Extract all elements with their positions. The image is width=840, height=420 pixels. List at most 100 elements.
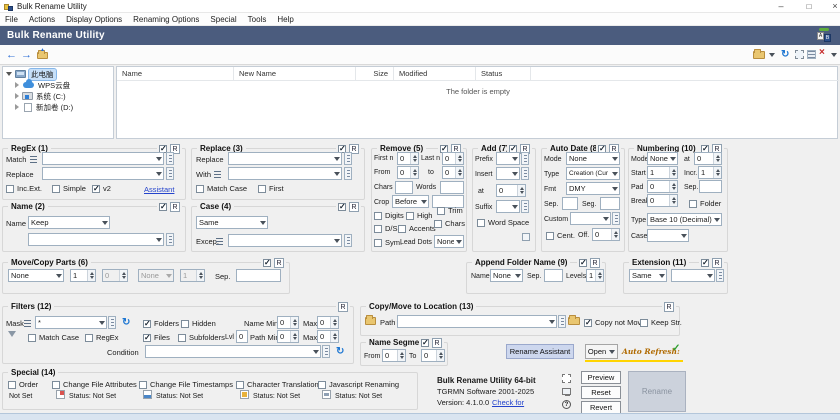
last-n-spinner[interactable]: 0 xyxy=(442,152,464,165)
name-enable-checkbox[interactable] xyxy=(159,203,167,211)
cent-checkbox[interactable]: Cent. xyxy=(546,231,575,240)
name-reset-button[interactable]: R xyxy=(170,202,180,212)
segment-from-spinner[interactable]: 0 xyxy=(382,349,406,362)
excep-grip-button[interactable] xyxy=(344,234,352,247)
chevron-down-icon[interactable] xyxy=(454,236,463,247)
move-copy-reset-button[interactable]: R xyxy=(274,258,284,268)
rename-button[interactable]: Rename xyxy=(628,371,686,412)
num-at-spinner[interactable]: 0 xyxy=(694,152,722,165)
menu-renaming-options[interactable]: Renaming Options xyxy=(133,15,199,24)
replace-grip-button[interactable] xyxy=(344,152,352,165)
condition-grip-button[interactable] xyxy=(322,345,330,358)
chevron-down-icon[interactable] xyxy=(547,316,556,327)
tree-item-drive-d[interactable]: 新加卷 (D:) xyxy=(15,102,73,112)
num-type-dropdown[interactable]: Base 10 (Decimal) xyxy=(647,213,722,226)
insert-combobox[interactable] xyxy=(496,167,520,180)
chars-checkbox[interactable]: Chars xyxy=(434,219,465,228)
back-icon[interactable]: ← xyxy=(6,46,17,64)
name-segment-reset-button[interactable]: R xyxy=(432,338,442,348)
chevron-right-icon[interactable] xyxy=(15,82,19,88)
mask-menu-icon[interactable] xyxy=(24,320,31,327)
extension-mode-dropdown[interactable]: Same xyxy=(629,269,667,282)
digits-checkbox[interactable]: Digits xyxy=(374,211,404,220)
append-name-dropdown[interactable]: None xyxy=(490,269,523,282)
date-type-dropdown[interactable]: Creation (Cur xyxy=(566,167,620,180)
chevron-down-icon[interactable] xyxy=(332,153,341,164)
extension-combobox[interactable] xyxy=(671,269,715,282)
order-checkbox[interactable]: Order xyxy=(8,380,38,389)
menu-display-options[interactable]: Display Options xyxy=(66,15,122,24)
folder-checkbox[interactable]: Folder xyxy=(689,199,721,208)
choose-folder-icon[interactable] xyxy=(753,51,765,59)
menu-actions[interactable]: Actions xyxy=(29,15,55,24)
translations-icon[interactable] xyxy=(240,390,249,399)
segment-to-spinner[interactable]: 0 xyxy=(421,349,445,362)
case-reset-button[interactable]: R xyxy=(349,202,359,212)
extension-grip-button[interactable] xyxy=(716,269,724,282)
select-all-icon[interactable] xyxy=(795,50,804,59)
name-mode-dropdown[interactable]: Keep xyxy=(28,216,110,229)
path-grip-button[interactable] xyxy=(558,315,566,328)
column-header-modified[interactable]: Modified xyxy=(394,67,476,80)
menu-help[interactable]: Help xyxy=(277,15,293,24)
custom-combobox[interactable] xyxy=(570,212,611,225)
move-copy-sep-input[interactable] xyxy=(236,269,281,282)
remove-to-spinner[interactable]: 0 xyxy=(442,166,464,179)
name-min-spinner[interactable]: 0 xyxy=(277,316,299,329)
chevron-down-icon[interactable] xyxy=(100,217,109,228)
pad-spinner[interactable]: 0 xyxy=(647,180,678,193)
menu-tools[interactable]: Tools xyxy=(248,15,267,24)
browse-folder-icon[interactable] xyxy=(568,317,580,325)
regex-match-grip-button[interactable] xyxy=(166,152,174,165)
folder-dropdown-icon[interactable] xyxy=(769,53,775,57)
ds-checkbox[interactable]: D/S xyxy=(374,224,398,233)
chevron-right-icon[interactable] xyxy=(15,93,19,99)
case-mode-dropdown[interactable]: Same xyxy=(196,216,268,229)
chevron-down-icon[interactable] xyxy=(513,270,522,281)
trim-checkbox[interactable]: Trim xyxy=(437,206,463,215)
incr-spinner[interactable]: 1 xyxy=(698,166,722,179)
column-header-size[interactable]: Size xyxy=(356,67,394,80)
clear-list-icon[interactable]: × xyxy=(819,47,825,58)
match-menu-icon[interactable] xyxy=(30,156,37,163)
chevron-down-icon[interactable] xyxy=(705,270,714,281)
v2-checkbox[interactable]: v2 xyxy=(92,184,111,193)
chevron-down-icon[interactable] xyxy=(419,196,428,207)
num-case-dropdown[interactable] xyxy=(647,229,689,242)
chevron-down-icon[interactable] xyxy=(258,217,267,228)
path-combobox[interactable] xyxy=(397,315,557,328)
javascript-renaming-checkbox[interactable]: Javascript Renaming xyxy=(318,380,399,389)
maximize-button[interactable]: □ xyxy=(798,0,820,13)
name-value-combobox[interactable] xyxy=(28,233,164,246)
mask-refresh-icon[interactable]: ↻ xyxy=(122,317,130,328)
break-spinner[interactable]: 0 xyxy=(647,194,678,207)
pin-window-icon[interactable] xyxy=(562,374,571,383)
suffix-combobox[interactable] xyxy=(496,200,520,213)
chevron-down-icon[interactable] xyxy=(510,168,519,179)
replace-first-checkbox[interactable]: First xyxy=(258,184,284,193)
folders-checkbox[interactable]: Folders xyxy=(143,319,179,328)
minimize-button[interactable]: – xyxy=(770,0,792,13)
tree-item-drive-c[interactable]: 系统 (C:) xyxy=(15,91,66,101)
timestamps-icon[interactable] xyxy=(143,390,152,399)
num-mode-dropdown[interactable]: None xyxy=(647,152,678,165)
levels-spinner[interactable]: 1 xyxy=(586,269,604,282)
subfolders-checkbox[interactable]: Subfolders xyxy=(178,333,225,342)
chevron-down-icon[interactable] xyxy=(311,346,320,357)
start-spinner[interactable]: 1 xyxy=(647,166,678,179)
first-n-spinner[interactable]: 0 xyxy=(397,152,419,165)
attributes-icon[interactable] xyxy=(56,390,65,399)
chevron-down-icon[interactable] xyxy=(668,153,677,164)
chevron-down-icon[interactable] xyxy=(657,270,666,281)
mask-combobox[interactable]: * xyxy=(35,316,107,329)
chevron-down-icon[interactable] xyxy=(97,317,106,328)
chars-input[interactable] xyxy=(395,181,413,194)
regex-match-combobox[interactable] xyxy=(42,152,164,165)
column-header-new-name[interactable]: New Name xyxy=(234,67,356,80)
filters-reset-button[interactable]: R xyxy=(338,302,348,312)
monitor-icon[interactable] xyxy=(562,388,571,395)
with-combobox[interactable] xyxy=(228,167,342,180)
num-sep-input[interactable] xyxy=(699,180,722,193)
append-folder-enable-checkbox[interactable] xyxy=(579,259,587,267)
chevron-down-icon[interactable] xyxy=(679,230,688,241)
